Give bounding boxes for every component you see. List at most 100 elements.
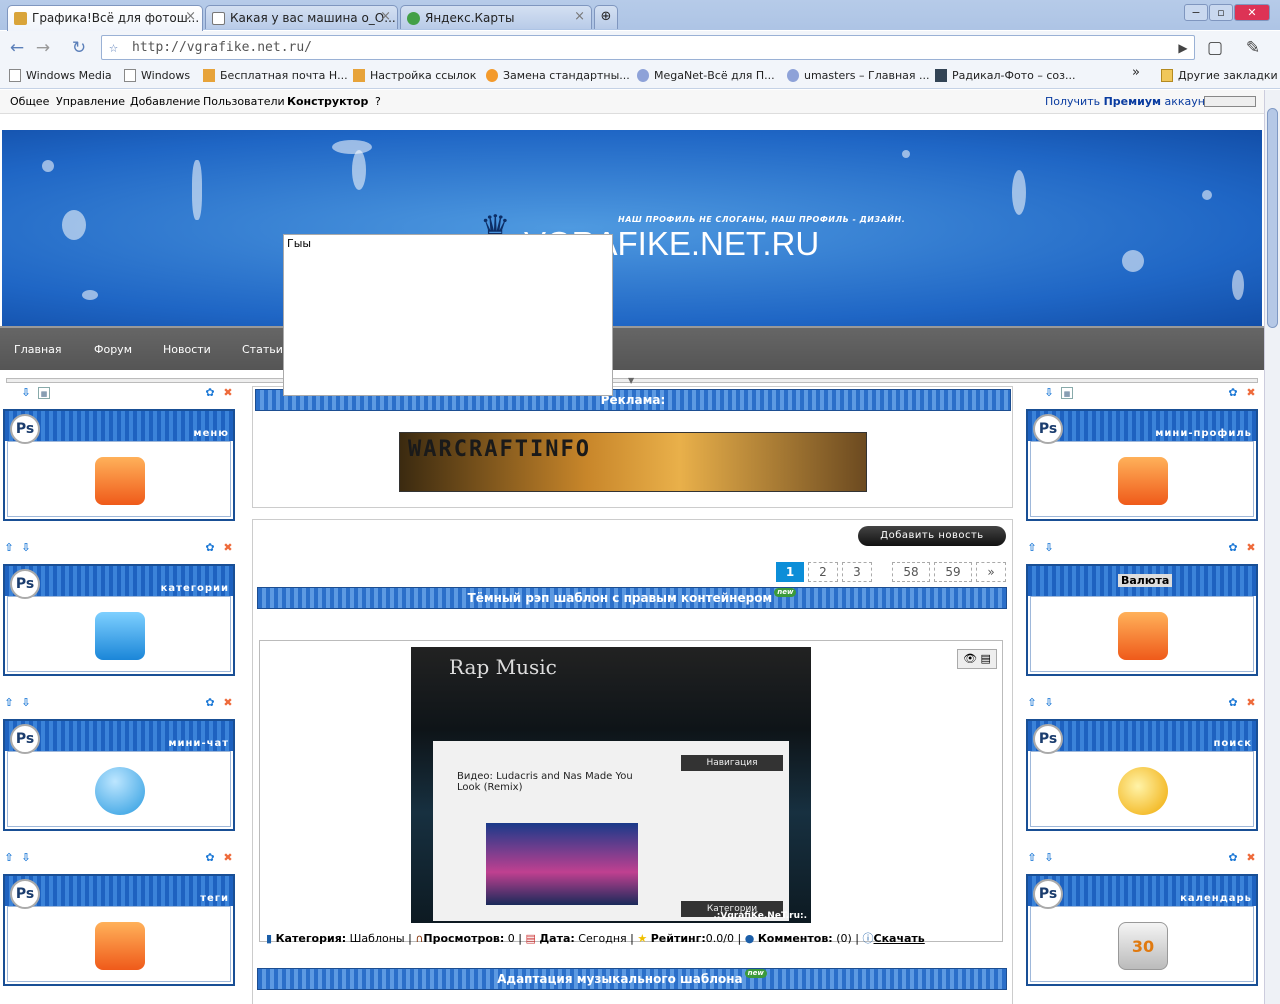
move-down-icon[interactable]: ⇩ bbox=[20, 852, 32, 864]
close-icon[interactable]: × bbox=[185, 9, 196, 24]
gear-icon[interactable]: ✿ bbox=[204, 542, 216, 554]
ucoz-menu-item[interactable]: Управление bbox=[56, 95, 125, 108]
forward-icon[interactable]: → bbox=[32, 37, 54, 59]
block-config-icon[interactable]: ▦ bbox=[1061, 387, 1073, 399]
site-slogan: НАШ ПРОФИЛЬ НЕ СЛОГАНЫ, НАШ ПРОФИЛЬ - ДИ… bbox=[618, 215, 906, 224]
scrollbar[interactable] bbox=[1264, 90, 1280, 1004]
calendar-icon: 30 bbox=[1118, 922, 1168, 970]
nav-item-news[interactable]: Новости bbox=[163, 343, 211, 356]
move-down-icon[interactable]: ⇩ bbox=[20, 542, 32, 554]
bookmark-item[interactable]: MegaNet-Всё для П... bbox=[637, 69, 775, 82]
ucoz-menu-item[interactable]: Пользователи bbox=[203, 95, 285, 108]
next-pages-link[interactable]: » bbox=[976, 562, 1006, 582]
gear-icon[interactable]: ✿ bbox=[1227, 852, 1239, 864]
bookmarks-overflow-icon[interactable]: » bbox=[1132, 65, 1140, 80]
gear-icon[interactable]: ✿ bbox=[204, 852, 216, 864]
back-icon[interactable]: ← bbox=[6, 37, 28, 59]
bookmark-item[interactable]: Замена стандартны... bbox=[486, 69, 630, 82]
bookmark-item[interactable]: Настройка ссылок bbox=[353, 69, 476, 82]
ucoz-menu-item[interactable]: Конструктор bbox=[287, 95, 368, 108]
book-icon: ▮ bbox=[266, 932, 273, 945]
bookmark-item[interactable]: umasters – Главная ... bbox=[787, 69, 930, 82]
ucoz-menu-item[interactable]: Общее bbox=[10, 95, 49, 108]
star-icon[interactable]: ☆ bbox=[109, 38, 118, 56]
wrench-icon[interactable]: ✎ bbox=[1242, 37, 1264, 59]
nav-item-home[interactable]: Главная bbox=[14, 343, 62, 356]
page-58-link[interactable]: 58 bbox=[892, 562, 930, 582]
ps-icon: Ps bbox=[10, 724, 40, 754]
gear-icon[interactable]: ✿ bbox=[204, 387, 216, 399]
close-icon[interactable]: ✖ bbox=[1245, 697, 1257, 709]
other-bookmarks[interactable]: Другие закладки bbox=[1161, 69, 1278, 82]
close-icon[interactable]: × bbox=[574, 9, 585, 24]
move-up-icon[interactable]: ⇧ bbox=[1026, 542, 1038, 554]
news-item-title[interactable]: Адаптация музыкального шаблона new bbox=[257, 968, 1007, 990]
page-3-link[interactable]: 3 bbox=[842, 562, 872, 582]
url-text[interactable]: http://vgrafike.net.ru/ bbox=[132, 40, 312, 55]
reload-icon[interactable]: ↻ bbox=[68, 37, 90, 59]
move-up-icon[interactable]: ⇧ bbox=[3, 697, 15, 709]
ucoz-menu-item[interactable]: ? bbox=[375, 95, 381, 108]
tab-yandex-maps[interactable]: Яндекс.Карты × bbox=[400, 5, 592, 29]
gear-icon[interactable]: ✿ bbox=[204, 697, 216, 709]
bar-toggle-slider[interactable] bbox=[1204, 96, 1256, 107]
move-down-icon[interactable]: ⇩ bbox=[20, 387, 32, 399]
page-59-link[interactable]: 59 bbox=[934, 562, 972, 582]
tab-grafika[interactable]: Графика!Всё для фотош... × bbox=[7, 5, 203, 31]
premium-link[interactable]: Получить Премиум аккаунт bbox=[1045, 95, 1211, 108]
block-title: теги bbox=[200, 893, 229, 904]
template-preview-image[interactable]: Rap Music Видео: Ludacris and Nas Made Y… bbox=[411, 647, 811, 923]
close-icon[interactable]: ✖ bbox=[1245, 387, 1257, 399]
block-title: меню bbox=[193, 428, 229, 439]
move-down-icon[interactable]: ⇩ bbox=[20, 697, 32, 709]
site-nav: Главная Форум Новости Статьи bbox=[0, 326, 1264, 370]
move-up-icon[interactable]: ⇧ bbox=[3, 852, 15, 864]
close-icon[interactable]: ✖ bbox=[222, 852, 234, 864]
ucoz-menu-item[interactable]: Добавление bbox=[130, 95, 200, 108]
browser-toolbar: ← → ↻ ☆ http://vgrafike.net.ru/ ▶ ▢ ✎ bbox=[0, 30, 1280, 63]
page-1-link[interactable]: 1 bbox=[776, 562, 804, 582]
bookmark-item[interactable]: Windows bbox=[124, 69, 190, 82]
gear-icon[interactable]: ✿ bbox=[1227, 387, 1239, 399]
add-news-button[interactable]: Добавить новость bbox=[858, 526, 1006, 546]
bookmark-item[interactable]: Windows Media bbox=[9, 69, 112, 82]
page-2-link[interactable]: 2 bbox=[808, 562, 838, 582]
move-down-icon[interactable]: ⇩ bbox=[1043, 542, 1055, 554]
page-menu-icon[interactable]: ▢ bbox=[1204, 37, 1226, 59]
news-item-title[interactable]: Тёмный рэп шаблон с правым контейнером ne… bbox=[257, 587, 1007, 609]
go-icon[interactable]: ▶ bbox=[1172, 37, 1194, 59]
minimize-button[interactable]: − bbox=[1184, 4, 1208, 21]
move-down-icon[interactable]: ⇩ bbox=[1043, 852, 1055, 864]
move-up-icon[interactable]: ⇧ bbox=[3, 542, 15, 554]
close-icon[interactable]: ✖ bbox=[1245, 852, 1257, 864]
move-up-icon[interactable]: ⇧ bbox=[1026, 697, 1038, 709]
close-icon[interactable]: ✖ bbox=[222, 387, 234, 399]
download-link[interactable]: Скачать bbox=[874, 932, 925, 945]
close-icon[interactable]: ✖ bbox=[222, 542, 234, 554]
scrollbar-thumb[interactable] bbox=[1267, 108, 1278, 328]
warcraftinfo-banner[interactable]: WARCRAFTINFO bbox=[399, 432, 867, 492]
close-icon[interactable]: × bbox=[380, 9, 391, 24]
bookmark-item[interactable]: Бесплатная почта Н... bbox=[203, 69, 348, 82]
category-link[interactable]: Шаблоны bbox=[350, 932, 405, 945]
view-toggle-icon[interactable]: 👁 ▤ bbox=[957, 649, 997, 669]
move-down-icon[interactable]: ⇩ bbox=[1043, 697, 1055, 709]
nav-item-forum[interactable]: Форум bbox=[94, 343, 132, 356]
new-tab-button[interactable]: ⊕ bbox=[594, 5, 618, 29]
address-bar[interactable]: ☆ http://vgrafike.net.ru/ bbox=[101, 35, 1195, 60]
close-icon[interactable]: ✖ bbox=[222, 697, 234, 709]
move-up-icon[interactable]: ⇧ bbox=[1026, 852, 1038, 864]
close-window-button[interactable]: ✕ bbox=[1234, 4, 1270, 21]
tab-car[interactable]: Какая у вас машина о_О... × bbox=[205, 5, 398, 29]
maximize-button[interactable]: ▫ bbox=[1209, 4, 1233, 21]
gear-icon[interactable]: ✿ bbox=[1227, 697, 1239, 709]
nav-item-articles[interactable]: Статьи bbox=[242, 343, 283, 356]
block-config-icon[interactable]: ▦ bbox=[38, 387, 50, 399]
chevron-down-icon[interactable]: ▼ bbox=[628, 376, 634, 385]
bookmark-item[interactable]: Радикал-Фото – соз... bbox=[935, 69, 1075, 82]
popup-window[interactable]: Гыы bbox=[283, 234, 613, 396]
move-down-icon[interactable]: ⇩ bbox=[1043, 387, 1055, 399]
close-icon[interactable]: ✖ bbox=[1245, 542, 1257, 554]
gear-icon[interactable]: ✿ bbox=[1227, 542, 1239, 554]
ps-icon: Ps bbox=[10, 879, 40, 909]
